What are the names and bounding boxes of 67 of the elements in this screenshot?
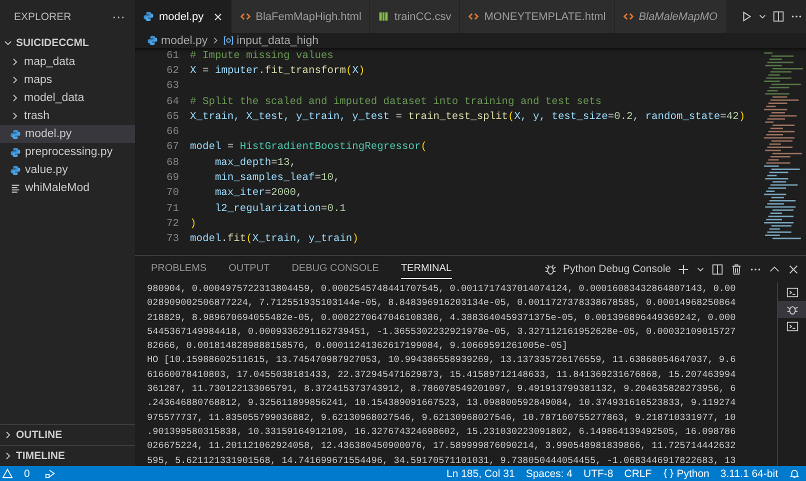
line-number: 72 bbox=[166, 218, 180, 230]
line-number: 68 bbox=[166, 156, 180, 169]
code-line: model.fit(X_train, y_train) bbox=[190, 233, 358, 246]
panel-tab[interactable]: PROBLEMS bbox=[151, 259, 207, 279]
terminal-output-line: .901399580315838, 10.33159164912109, 16.327674324698602, 15.231030223091802, 6.149864139492505, 16.098786 bbox=[147, 424, 737, 439]
explorer-title: EXPLORER bbox=[14, 10, 72, 22]
line-number: 71 bbox=[166, 202, 180, 215]
line-number: 62 bbox=[166, 64, 180, 77]
line-number: 65 bbox=[166, 110, 180, 123]
folder-header[interactable]: SUICIDECCML bbox=[0, 33, 135, 53]
breadcrumb-item[interactable]: model.py bbox=[161, 34, 208, 46]
terminal-output-line: 361287, 11.730122133065791, 8.372415373743912, 8.786078549201097, 9.491913799381132, 9.204635828273956, 6 bbox=[147, 382, 737, 396]
breadcrumb-item[interactable]: input_data_high bbox=[236, 34, 319, 46]
terminal-output-line: .243646880768812, 9.325611899856241, 10.154389091667523, 13.098800592849084, 10.374931616523833, 9.119274 bbox=[147, 396, 737, 410]
code-line: model = HistGradientBoostingRegressor( bbox=[190, 141, 427, 154]
terminal-output-line: HO [10.15988602511615, 13.745470987927053, 10.994386558939269, 13.137335726176559, 11.63868054647037, 9.6 bbox=[147, 353, 737, 368]
code-line: # Impute missing values bbox=[190, 50, 334, 62]
terminal-output-line: 595, 5.621121331901568, 14.741699671554496, 34.59170571101031, 9.738050444054455, -1.0683446917822683, 13 bbox=[147, 454, 737, 466]
line-number: 69 bbox=[166, 172, 180, 184]
editor-tab[interactable]: MONEYTEMPLATE.html bbox=[460, 0, 615, 33]
line-number: 73 bbox=[166, 233, 180, 246]
status-item[interactable]: CRLF bbox=[624, 468, 652, 480]
code-line: min_samples_leaf=10, bbox=[214, 172, 340, 184]
folder-item[interactable]: model_data bbox=[0, 89, 135, 107]
terminal-output-line: 026675224, 11.201121062924058, 12.436380450900076, 17.589999876090214, 3.990548981839866, 11.725714442632 bbox=[147, 439, 737, 454]
panel-tab[interactable]: TERMINAL bbox=[400, 259, 452, 279]
terminal-output-line: 028909002506877224, 7.712551935103144e-05, 8.848396916203134e-05, 0.0011727378338678585, 0.00014968250864 bbox=[147, 296, 737, 310]
folder-item[interactable]: maps bbox=[0, 71, 135, 89]
code-line: max_depth=13, bbox=[214, 156, 296, 169]
terminal-output-line: 61660078410803, 17.0455038181433, 22.372945471629873, 15.41589712148633, 11.841369231676868, 15.207463994 bbox=[147, 368, 737, 382]
status-item[interactable]: Ln 185, Col 31 bbox=[446, 468, 515, 480]
code-line: max_iter=2000, bbox=[214, 187, 302, 200]
line-number: 63 bbox=[166, 80, 180, 92]
editor-tab[interactable]: trainCC.csv bbox=[370, 0, 460, 33]
file-item[interactable]: value.py bbox=[0, 161, 135, 179]
folder-item[interactable]: trash bbox=[0, 107, 135, 125]
terminal-output-line: 218829, 8.989670694055482e-05, 0.0002270647046108386, 4.3883640459371375e-05, 0.001396896449369242, 0.000 bbox=[147, 310, 737, 325]
file-item[interactable]: whiMaleMod bbox=[0, 179, 135, 197]
line-number: 64 bbox=[166, 96, 180, 108]
line-number: 66 bbox=[166, 126, 180, 138]
terminal-output-line: 980904, 0.0004975722313804459, 0.0002545748441707545, 0.0011717437014074124, 0.00016083432864807143, 0.00 bbox=[147, 282, 737, 296]
code-line: X = imputer.fit_transform(X) bbox=[190, 64, 365, 77]
panel-tab[interactable]: DEBUG CONSOLE bbox=[292, 259, 379, 279]
status-item[interactable]: Spaces: 4 bbox=[526, 468, 573, 480]
code-line: X_train, X_test, y_train, y_test = train_test_split(X, y, test_size=0.2, random_state=42) bbox=[190, 110, 746, 123]
file-item[interactable]: preprocessing.py bbox=[0, 143, 135, 161]
language-mode[interactable]: Python bbox=[676, 468, 710, 480]
line-number: 70 bbox=[166, 187, 180, 200]
warning-count[interactable]: 0 bbox=[24, 468, 30, 480]
terminal-output-line: 975577737, 11.835055799036882, 9.62130968027546, 9.62130968027546, 10.787160755277863, 9.218710331977, 10 bbox=[147, 410, 737, 425]
editor-tab[interactable]: BlaMaleMapMO bbox=[614, 0, 727, 33]
status-item[interactable]: 3.11.1 64-bit bbox=[720, 468, 778, 480]
terminal-output-line: 5445367149984418, 0.0009336291162739451, -1.3655302232921978e-05, 3.327112161952628e-05, 0.00032109015727 bbox=[147, 324, 737, 339]
folder-item[interactable]: map_data bbox=[0, 53, 135, 71]
status-item[interactable]: UTF-8 bbox=[584, 468, 614, 480]
editor-tab[interactable]: model.py bbox=[135, 0, 232, 33]
line-number: 67 bbox=[166, 141, 180, 154]
file-item[interactable]: model.py bbox=[0, 125, 135, 143]
code-line: l2_regularization=0.1 bbox=[214, 202, 346, 215]
terminal-name[interactable]: Python Debug Console bbox=[563, 263, 671, 275]
line-number: 61 bbox=[166, 50, 180, 62]
more-actions-button[interactable]: ··· bbox=[112, 9, 125, 24]
panel-tab[interactable]: OUTPUT bbox=[228, 259, 270, 279]
terminal-output-line: 82666, 0.0018148289888158576, 0.00011241362617199084, 9.10669591261005e-05] bbox=[147, 339, 569, 354]
code-line: ) bbox=[190, 218, 196, 230]
code-line: # Split the scaled and imputed dataset into training and test sets bbox=[190, 96, 602, 108]
editor-tab[interactable]: BlaFemMapHigh.html bbox=[232, 0, 370, 33]
